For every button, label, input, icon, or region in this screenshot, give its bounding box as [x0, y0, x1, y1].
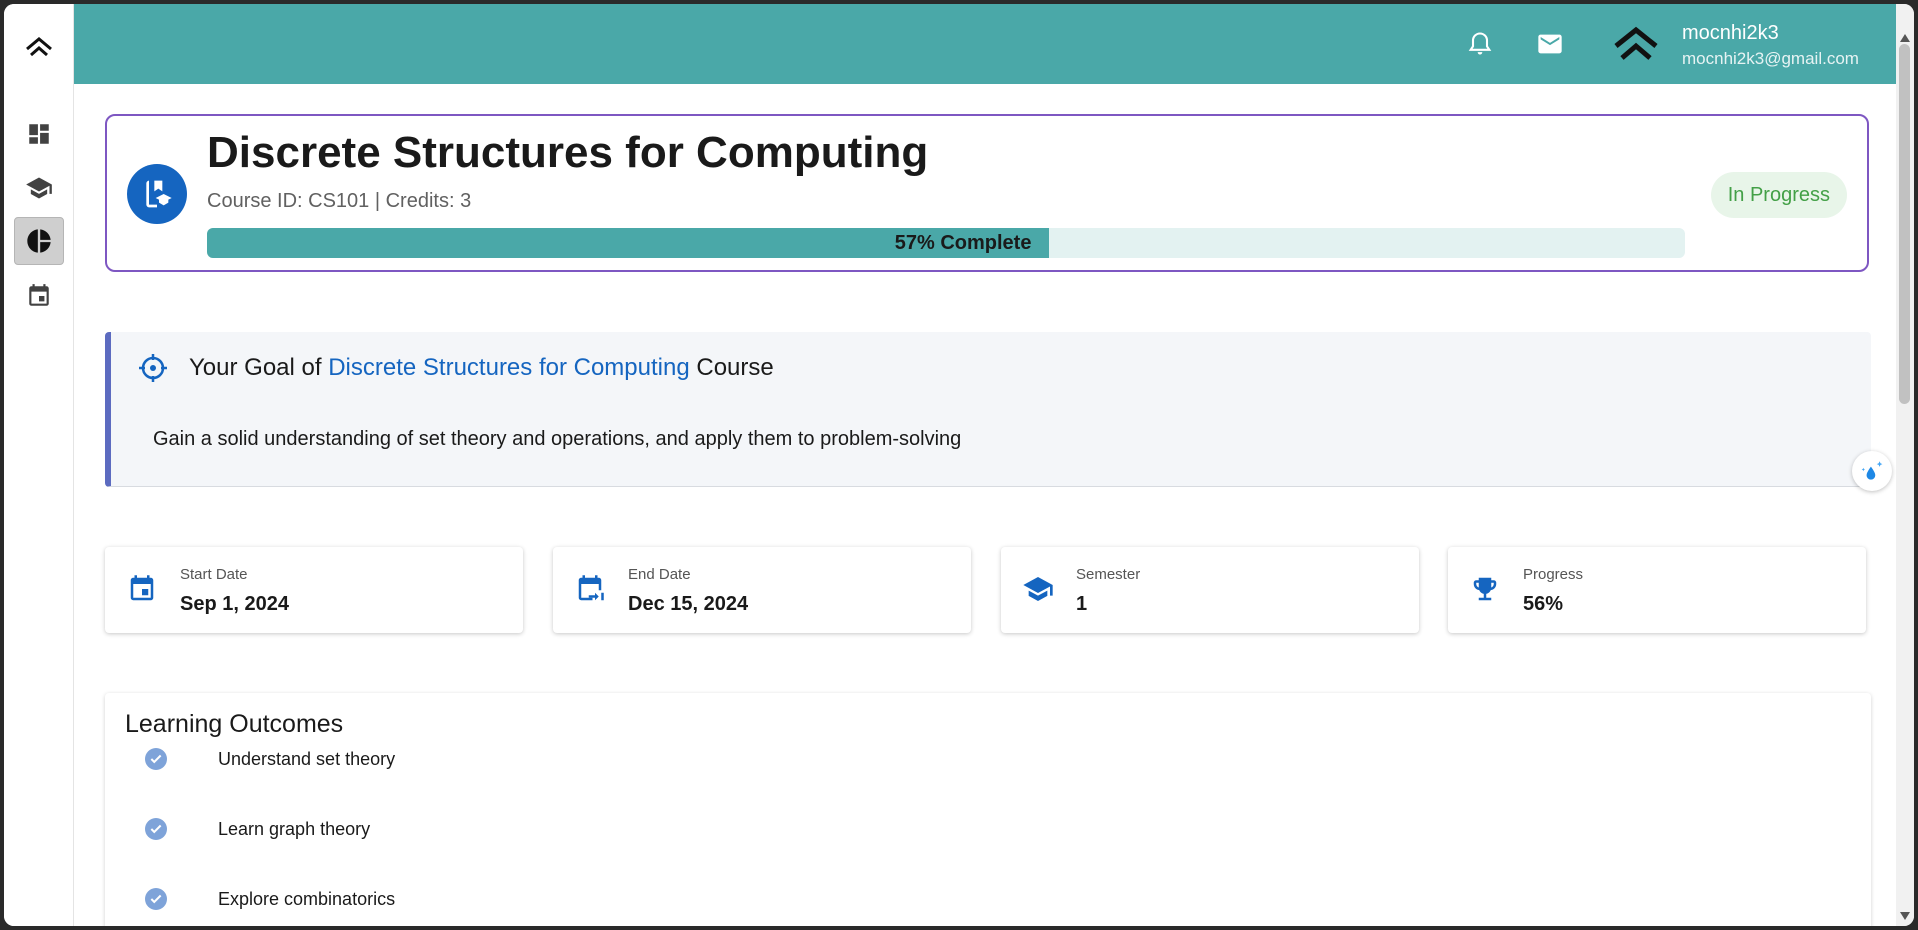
calendar-icon [29, 284, 49, 306]
goal-heading: Your Goal of Discrete Structures for Com… [189, 354, 774, 382]
vertical-scrollbar[interactable] [1896, 4, 1914, 926]
list-item: Learn graph theory [145, 814, 370, 844]
sidebar-item-dashboard[interactable] [14, 110, 64, 158]
scroll-up-arrow-icon[interactable] [1900, 34, 1910, 42]
top-bar: mocnhi2k3 mocnhi2k3@gmail.com [74, 4, 1896, 84]
app-window: mocnhi2k3 mocnhi2k3@gmail.com Discrete S… [4, 4, 1914, 926]
school-icon [1021, 572, 1055, 606]
trophy-icon [1468, 572, 1502, 606]
app-logo-icon[interactable] [22, 30, 56, 64]
stat-value: 1 [1076, 593, 1088, 615]
stat-label: Semester [1076, 566, 1141, 583]
learning-outcomes-title: Learning Outcomes [125, 710, 344, 738]
stat-value: Dec 15, 2024 [628, 593, 749, 615]
dashboard-icon [29, 124, 49, 144]
notifications-button[interactable] [1462, 26, 1498, 62]
goal-description: Gain a solid understanding of set theory… [153, 428, 962, 450]
assistant-button[interactable] [1852, 451, 1892, 491]
scrollbar-thumb[interactable] [1899, 44, 1910, 404]
outcome-text: Explore combinatorics [218, 888, 396, 909]
sidebar-item-analytics[interactable] [14, 217, 64, 265]
check-circle-icon [145, 818, 167, 840]
end-date-card: End Date Dec 15, 2024 [553, 547, 971, 633]
sidebar [4, 4, 74, 926]
messages-button[interactable] [1532, 26, 1568, 62]
calendar-end-icon [573, 572, 607, 606]
learning-outcomes-card: Learning Outcomes Understand set theory … [105, 693, 1871, 926]
sidebar-item-courses[interactable] [14, 164, 64, 212]
water-drop-sparkle-icon [1861, 461, 1883, 480]
stat-label: Start Date [180, 566, 248, 583]
goal-suffix: Course [696, 354, 774, 381]
bell-icon [1468, 32, 1492, 55]
course-title: Discrete Structures for Computing [207, 128, 929, 177]
goal-prefix: Your Goal of [189, 354, 322, 381]
goal-course-link[interactable]: Discrete Structures for Computing [328, 354, 689, 381]
pie-chart-icon [27, 229, 51, 253]
target-icon [139, 354, 167, 382]
outcome-text: Understand set theory [218, 748, 396, 769]
start-date-card: Start Date Sep 1, 2024 [105, 547, 523, 633]
user-name: mocnhi2k3 [1682, 22, 1779, 44]
check-circle-icon [145, 748, 167, 770]
status-badge: In Progress [1710, 172, 1847, 218]
stat-value: Sep 1, 2024 [180, 593, 289, 615]
course-book-icon [127, 164, 187, 224]
goal-card: Your Goal of Discrete Structures for Com… [105, 332, 1871, 487]
mail-icon [1538, 34, 1562, 54]
list-item: Explore combinatorics [145, 884, 395, 914]
list-item: Understand set theory [145, 744, 395, 774]
course-progress-bar: 57% Complete [207, 228, 1685, 258]
outcome-text: Learn graph theory [218, 818, 371, 839]
progress-card: Progress 56% [1448, 547, 1866, 633]
user-email: mocnhi2k3@gmail.com [1682, 49, 1859, 68]
check-circle-icon [145, 888, 167, 910]
progress-label: 57% Complete [894, 232, 1032, 254]
course-header-card: Discrete Structures for Computing Course… [105, 114, 1869, 272]
calendar-icon [125, 572, 159, 606]
school-icon [26, 177, 52, 199]
sidebar-item-calendar[interactable] [14, 272, 64, 320]
semester-card: Semester 1 [1001, 547, 1419, 633]
stat-value: 56% [1523, 593, 1564, 615]
user-avatar[interactable] [1610, 20, 1662, 68]
course-meta: Course ID: CS101 | Credits: 3 [207, 190, 472, 212]
scroll-down-arrow-icon[interactable] [1900, 912, 1910, 920]
stat-label: End Date [628, 566, 691, 583]
stat-label: Progress [1523, 566, 1584, 583]
